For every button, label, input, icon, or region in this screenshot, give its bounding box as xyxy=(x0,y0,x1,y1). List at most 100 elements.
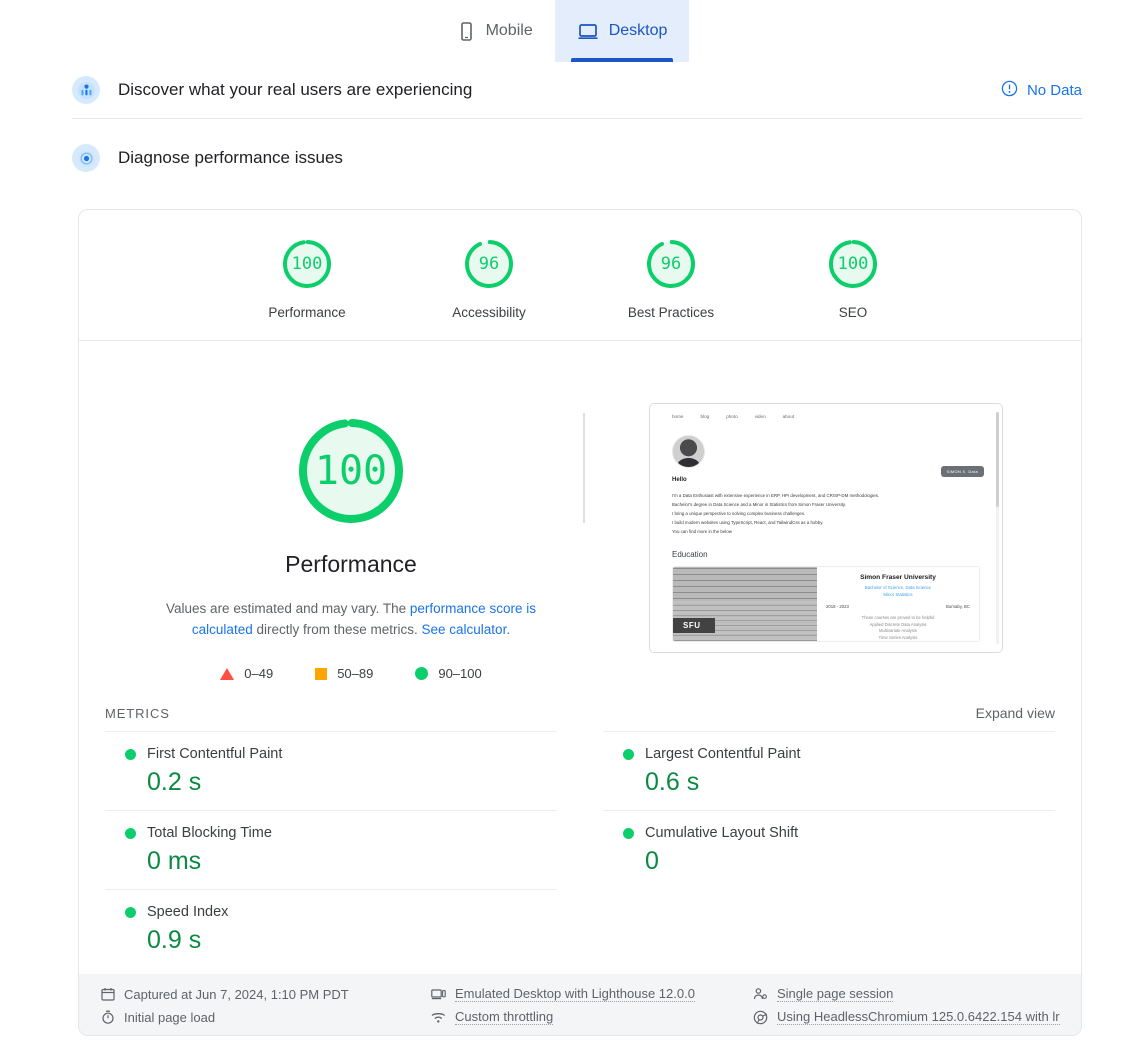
gauge-score: 96 xyxy=(478,254,500,274)
gauge-ring: 100 xyxy=(279,236,335,292)
thumb-course: Applied Discrete Data Analysis xyxy=(869,621,927,627)
mobile-icon xyxy=(457,21,476,42)
thumb-bio-line: I'm a Data Enthusiast with extensive exp… xyxy=(672,493,880,498)
thumb-bio: I'm a Data Enthusiast with extensive exp… xyxy=(672,493,980,534)
field-data-status[interactable]: No Data xyxy=(1001,80,1082,101)
legend-range: 90–100 xyxy=(438,666,482,681)
meta-emulated-device[interactable]: Emulated Desktop with Lighthouse 12.0.0 xyxy=(431,986,753,1002)
meta-text: Initial page load xyxy=(124,1009,216,1025)
thumb-education-card: SFU Simon Fraser University Bachelor of … xyxy=(672,566,980,643)
gauge-accessibility[interactable]: 96 Accessibility xyxy=(433,236,545,320)
thumb-nav-photo: photo xyxy=(726,414,738,419)
metric-cumulative-layout-shift[interactable]: Cumulative Layout Shift 0 xyxy=(603,810,1055,889)
pass-dot-icon xyxy=(125,748,136,760)
metric-name: First Contentful Paint xyxy=(147,746,283,762)
metric-value: 0.2 s xyxy=(147,768,202,796)
meta-captured-at: Captured at Jun 7, 2024, 1:10 PM PDT xyxy=(101,986,431,1002)
thumb-courses-intro: These courses are proved to be helpful xyxy=(861,614,935,620)
see-calculator-link[interactable]: See calculator. xyxy=(422,622,511,637)
lab-data-title: Diagnose performance issues xyxy=(118,148,343,167)
metric-value: 0.9 s xyxy=(147,926,202,954)
gauge-ring: 96 xyxy=(461,236,517,292)
score-legend: 0–49 50–89 90–100 xyxy=(105,666,597,681)
tab-mobile[interactable]: Mobile xyxy=(435,0,555,62)
metric-speed-index[interactable]: Speed Index 0.9 s xyxy=(105,889,557,968)
meta-throttling[interactable]: Custom throttling xyxy=(431,1009,753,1025)
thumb-bio-line: I build modern websites using TypeScript… xyxy=(672,519,824,525)
meta-user-agent[interactable]: Using HeadlessChromium 125.0.6422.154 wi… xyxy=(753,1009,1081,1025)
thumb-nav-about: about xyxy=(782,414,795,419)
legend-item-fail: 0–49 xyxy=(220,666,273,681)
gauge-performance[interactable]: 100 Performance xyxy=(251,236,363,320)
metrics-label: METRICS xyxy=(105,706,170,721)
hero-vertical-divider xyxy=(583,413,585,523)
metric-name: Total Blocking Time xyxy=(147,825,272,841)
gauge-ring: 96 xyxy=(643,236,699,292)
pass-dot-icon xyxy=(125,906,136,918)
run-metadata-bar: Captured at Jun 7, 2024, 1:10 PM PDT Emu… xyxy=(79,974,1081,1035)
thumb-nav: home blog photo video about xyxy=(672,414,980,419)
device-tab-bar: Mobile Desktop xyxy=(0,0,1124,62)
thumb-education-years: 2018 - 2023 xyxy=(826,603,849,609)
tab-desktop[interactable]: Desktop xyxy=(554,0,690,62)
metric-name: Speed Index xyxy=(147,904,229,920)
gauge-score: 100 xyxy=(291,254,323,274)
tab-mobile-label: Mobile xyxy=(485,22,533,39)
thumb-education-heading: Education xyxy=(672,550,708,560)
thumb-course: Time Series Analysis xyxy=(878,635,918,641)
square-icon xyxy=(315,667,328,680)
thumb-sfu-logo: SFU xyxy=(673,618,715,634)
metric-total-blocking-time[interactable]: Total Blocking Time 0 ms xyxy=(105,810,557,889)
lab-data-section-header: Diagnose performance issues xyxy=(0,119,1124,197)
circle-icon xyxy=(415,667,429,680)
desktop-small-icon xyxy=(431,987,446,1001)
metric-name: Cumulative Layout Shift xyxy=(645,825,799,841)
legend-item-average: 50–89 xyxy=(315,666,373,681)
desktop-icon xyxy=(577,21,599,42)
gauge-seo[interactable]: 100 SEO xyxy=(797,236,909,320)
active-tab-underline xyxy=(570,58,674,62)
meta-text: Using HeadlessChromium 125.0.6422.154 wi… xyxy=(777,1009,1060,1025)
metric-value: 0 xyxy=(645,847,659,875)
performance-hero: 100 Performance Values are estimated and… xyxy=(79,341,1081,691)
performance-description: Values are estimated and may vary. The p… xyxy=(141,598,561,640)
tab-desktop-label: Desktop xyxy=(608,22,668,39)
gauge-label: SEO xyxy=(838,305,868,320)
thumb-nav-blog: blog xyxy=(700,414,710,419)
field-data-section-header: Discover what your real users are experi… xyxy=(0,62,1124,118)
gauge-label: Performance xyxy=(268,305,346,320)
lighthouse-report-card: 100 Performance 96 Accessibility 96 Best… xyxy=(78,209,1082,1036)
thumb-avatar xyxy=(672,435,705,468)
metric-first-contentful-paint[interactable]: First Contentful Paint 0.2 s xyxy=(105,731,557,810)
final-screenshot-area: home blog photo video about Hello I'm a … xyxy=(597,401,1055,681)
gauge-score: 96 xyxy=(660,254,682,274)
thumb-degree-line2: Minor Statistics xyxy=(883,591,913,597)
meta-session-type[interactable]: Single page session xyxy=(753,986,1081,1002)
pass-dot-icon xyxy=(623,827,634,839)
desc-text-1: Values are estimated and may vary. The xyxy=(166,601,410,616)
thumb-bio-line: You can find more in the below xyxy=(672,528,732,534)
thumb-bio-line: Bachelor's degree in Data Science and a … xyxy=(672,501,847,507)
metric-largest-contentful-paint[interactable]: Largest Contentful Paint 0.6 s xyxy=(603,731,1055,810)
field-data-status-label: No Data xyxy=(1026,81,1082,99)
calendar-icon xyxy=(101,987,115,1001)
performance-score: 100 xyxy=(314,448,388,494)
thumb-scrollbar[interactable] xyxy=(996,412,999,644)
legend-range: 0–49 xyxy=(244,666,274,681)
desc-text-2: directly from these metrics. xyxy=(252,622,422,637)
performance-summary: 100 Performance Values are estimated and… xyxy=(105,401,597,681)
meta-text: Captured at Jun 7, 2024, 1:10 PM PDT xyxy=(124,986,349,1002)
thumb-education-location: Burnaby, BC xyxy=(945,603,970,609)
thumb-heading: Hello xyxy=(672,477,687,483)
metric-value: 0 ms xyxy=(147,847,202,875)
gauge-best-practices[interactable]: 96 Best Practices xyxy=(615,236,727,320)
final-screenshot[interactable]: home blog photo video about Hello I'm a … xyxy=(649,403,1003,653)
meta-text: Emulated Desktop with Lighthouse 12.0.0 xyxy=(455,986,695,1002)
chromium-icon xyxy=(753,1010,768,1025)
legend-range: 50–89 xyxy=(337,666,374,681)
expand-view-button[interactable]: Expand view xyxy=(976,705,1055,721)
performance-title: Performance xyxy=(285,551,417,577)
triangle-icon xyxy=(220,667,235,680)
meta-text: Single page session xyxy=(777,986,894,1002)
meta-text: Custom throttling xyxy=(455,1009,554,1025)
